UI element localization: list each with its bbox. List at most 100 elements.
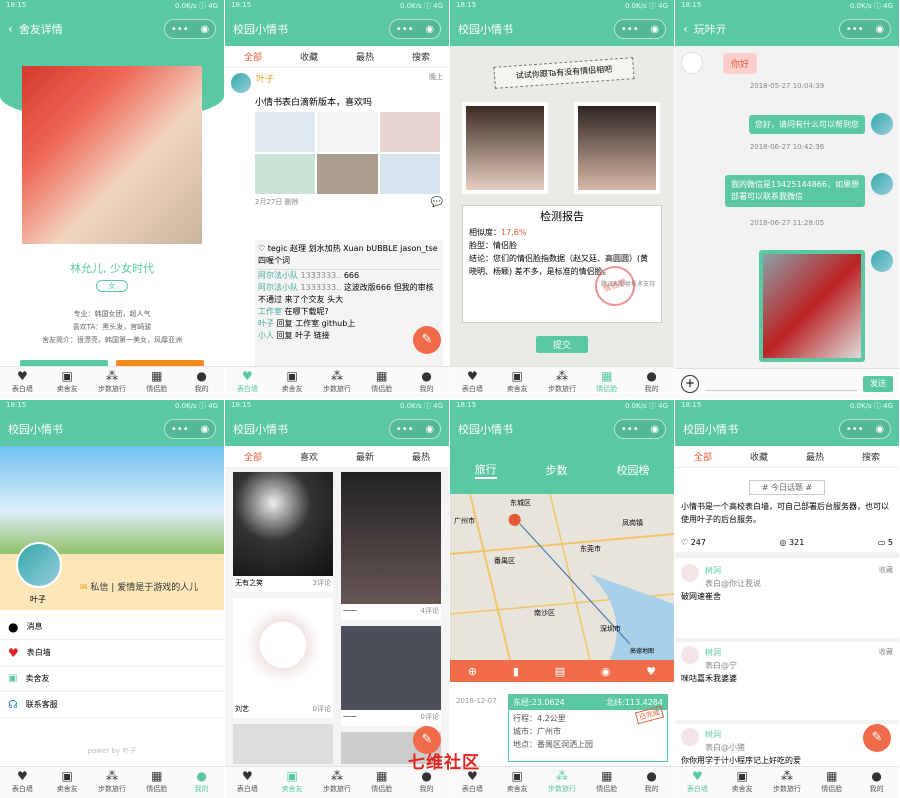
grid-card[interactable]: 无有之笑 3评论 [233,472,333,592]
post-image[interactable] [317,111,378,152]
post-image[interactable] [317,153,378,194]
tab-item[interactable]: ▣ 卖舍友 [495,767,540,798]
comment-user[interactable]: 工作室 [258,307,282,316]
nav-all[interactable]: 全部 [244,50,262,63]
comment-user[interactable]: 阿尔法小队 [258,271,298,280]
post-image[interactable] [379,111,440,152]
comment-user[interactable]: 阿尔法小队 [258,283,298,292]
tab-item[interactable]: ▣ 卖舍友 [720,767,765,798]
tab-item[interactable]: ▦ 情侣脸 [584,367,629,398]
menu-item-roommate[interactable]: ▣ 卖舍友 [0,666,224,692]
post-user[interactable]: 叶子 [256,75,274,85]
comment-user[interactable]: 叶子 [258,319,274,328]
post-user[interactable]: 树洞 [705,648,721,657]
tab-item[interactable]: ● 我的 [854,767,899,798]
tab-item[interactable]: ♥ 表白墙 [0,767,45,798]
nav-new[interactable]: 最新 [356,450,374,463]
avatar[interactable] [871,250,893,272]
tab-campus-rank[interactable]: 校园榜 [617,462,650,478]
liker[interactable]: tegic [268,244,288,253]
capsule-menu[interactable]: ••• ◉ [839,19,891,39]
more-icon[interactable]: ••• [396,424,414,435]
tab-item[interactable]: ● 我的 [179,767,224,798]
avatar[interactable] [871,173,893,195]
comment-icon[interactable]: 💬 [431,197,443,208]
tab-item[interactable]: ⁂ 步数旅行 [540,767,585,798]
more-icon[interactable]: ••• [396,24,414,35]
send-button[interactable]: 发送 [863,375,893,392]
more-icon[interactable]: ••• [621,24,639,35]
roommate-photo[interactable] [22,66,202,244]
liker[interactable]: 赵理 [290,244,306,253]
tab-item[interactable]: ⁂ 步数旅行 [90,367,135,398]
map[interactable]: 广州市 番禺区 东莞市 南沙区 深圳市 东城区 凤岗镇 高德地图 ⬤ [450,494,674,660]
photo-right[interactable] [574,102,660,194]
more-icon[interactable]: ••• [846,24,864,35]
comment-user[interactable]: 小人 [258,331,274,340]
photo-left[interactable] [462,102,548,194]
tab-item[interactable]: ▣ 卖舍友 [45,767,90,798]
file-icon[interactable]: ▤ [555,665,565,678]
tab-item[interactable]: ▦ 情侣脸 [359,767,404,798]
more-icon[interactable]: ••• [846,424,864,435]
nav-like[interactable]: 喜欢 [300,450,318,463]
nav-all[interactable]: 全部 [694,450,712,463]
location-pin-icon[interactable]: ⬤ [508,512,521,526]
close-mini-icon[interactable]: ◉ [200,424,209,435]
close-mini-icon[interactable]: ◉ [425,24,434,35]
tab-item[interactable]: ● 我的 [179,367,224,398]
capsule-menu[interactable]: ••• ◉ [839,419,891,439]
tab-item[interactable]: ▦ 情侣脸 [134,767,179,798]
nav-hot[interactable]: 最热 [806,450,824,463]
post-user[interactable]: 树洞 [705,566,721,575]
more-icon[interactable]: ••• [171,24,189,35]
close-mini-icon[interactable]: ◉ [875,424,884,435]
tab-item[interactable]: ♥ 表白墙 [450,367,495,398]
close-mini-icon[interactable]: ◉ [650,424,659,435]
tab-item[interactable]: ▦ 情侣脸 [584,767,629,798]
tab-travel[interactable]: 旅行 [474,461,497,479]
like-stat[interactable]: ♡ 247 [681,538,706,547]
avatar[interactable] [231,72,251,93]
tab-item[interactable]: ▣ 卖舍友 [270,367,315,398]
grid-card[interactable]: —— 4评论 [341,472,441,620]
back-icon[interactable]: ‹ [683,22,688,36]
tab-item[interactable]: ⁂ 步数旅行 [90,767,135,798]
back-icon[interactable]: ‹ [8,22,13,36]
submit-button[interactable]: 提交 [536,336,588,353]
close-mini-icon[interactable]: ◉ [425,424,434,435]
pin-icon[interactable]: ◉ [601,665,611,678]
avatar[interactable] [681,646,699,664]
collect-link[interactable]: 收藏 [879,564,893,577]
capsule-menu[interactable]: ••• ◉ [164,419,216,439]
heart-icon[interactable]: ♥ [646,665,656,678]
nav-collect[interactable]: 收藏 [750,450,768,463]
tab-item[interactable]: ♥ 表白墙 [225,767,270,798]
image-message[interactable] [759,250,865,362]
tab-item[interactable]: ▦ 情侣脸 [809,767,854,798]
nav-collect[interactable]: 收藏 [300,50,318,63]
tab-item[interactable]: ♥ 表白墙 [225,367,270,398]
tab-steps[interactable]: 步数 [546,462,568,478]
avatar[interactable] [16,542,62,588]
delete-link[interactable]: 删除 [285,198,299,206]
trip-card[interactable]: 东经:23.0624 北纬:113.4284 行程：4.2公里 城市：广州市 地点：番… [508,694,668,762]
tab-item[interactable]: ⁂ 步数旅行 [315,367,360,398]
bookmark-icon[interactable]: ▮ [513,665,519,678]
capsule-menu[interactable]: ••• ◉ [614,19,666,39]
capsule-menu[interactable]: ••• ◉ [389,19,441,39]
liker[interactable]: Xuan [343,244,364,253]
liker[interactable]: jason_tse [400,244,437,253]
collect-link[interactable]: 收藏 [879,646,893,659]
avatar[interactable] [681,52,703,74]
message-icon[interactable]: ✉ [80,583,88,593]
avatar[interactable] [681,564,699,582]
nav-all[interactable]: 全部 [244,450,262,463]
tab-item[interactable]: ● 我的 [629,767,674,798]
tab-item[interactable]: ▦ 情侣脸 [359,367,404,398]
tab-item[interactable]: ▣ 卖舍友 [495,367,540,398]
menu-item-confession[interactable]: ♥ 表白墙 [0,640,224,666]
message-input[interactable] [705,377,857,391]
private-message-link[interactable]: 私信 [90,583,108,593]
add-icon[interactable]: ⊕ [468,665,477,678]
